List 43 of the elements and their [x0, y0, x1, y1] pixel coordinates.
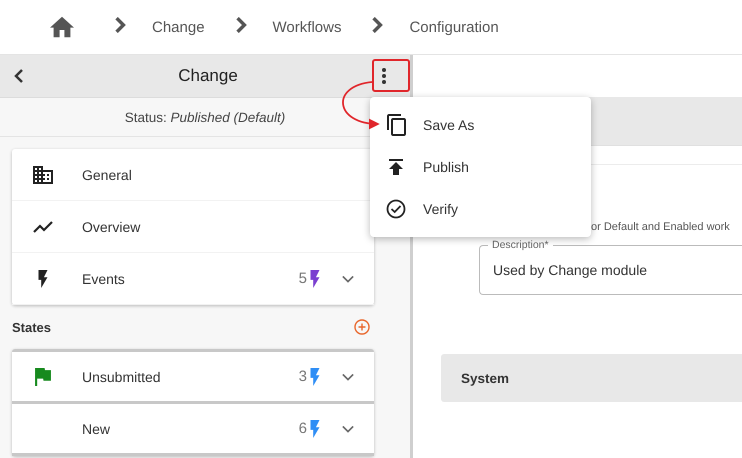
chevron-right-icon	[114, 16, 126, 32]
copy-icon	[386, 114, 406, 136]
list-item[interactable]: Unsubmitted 3	[12, 352, 374, 404]
event-count: 6	[298, 420, 307, 437]
trend-line-icon	[33, 220, 53, 232]
list-item[interactable]: New 6	[12, 404, 374, 456]
section-header[interactable]: System	[441, 354, 742, 402]
event-count: 3	[298, 368, 307, 385]
event-count: 5	[298, 270, 307, 287]
upload-icon	[389, 159, 403, 175]
lightning-icon	[310, 420, 320, 438]
chevron-right-icon	[234, 16, 247, 32]
chevron-down-icon[interactable]	[342, 372, 354, 380]
panel-title: Change	[177, 66, 239, 86]
section-heading: States	[12, 320, 52, 334]
building-icon	[33, 166, 53, 184]
hint-text: or Default and Enabled work	[591, 221, 731, 233]
chevron-right-icon	[371, 16, 384, 32]
home-icon[interactable]	[50, 15, 74, 39]
chevron-down-icon[interactable]	[342, 274, 354, 282]
list-item[interactable]: Events 5	[12, 253, 374, 305]
callout-arrow	[342, 81, 380, 129]
menu-item[interactable]: Save As	[370, 104, 591, 146]
item-label: Unsubmitted	[82, 368, 161, 384]
breadcrumb-link[interactable]: Change	[152, 18, 205, 36]
field-label: Description*	[488, 239, 553, 251]
lightning-icon	[310, 368, 320, 386]
add-circle-icon[interactable]	[354, 319, 370, 335]
chevron-left-icon	[14, 69, 24, 83]
item-label: Overview	[82, 218, 140, 234]
item-label: New	[82, 420, 110, 436]
chevron-down-icon[interactable]	[342, 424, 354, 432]
status-text: Status: Published (Default)	[124, 110, 286, 124]
item-label: General	[82, 166, 132, 182]
highlight-frame	[372, 59, 410, 92]
item-label: Events	[82, 270, 125, 286]
breadcrumb-link[interactable]: Configuration	[409, 18, 499, 36]
more-vertical-icon	[381, 67, 387, 85]
lightning-icon	[310, 270, 320, 288]
flag-icon	[35, 368, 51, 386]
breadcrumb-link[interactable]: Workflows	[272, 18, 342, 36]
lightning-icon	[38, 270, 48, 288]
check-circle-icon	[386, 199, 406, 219]
